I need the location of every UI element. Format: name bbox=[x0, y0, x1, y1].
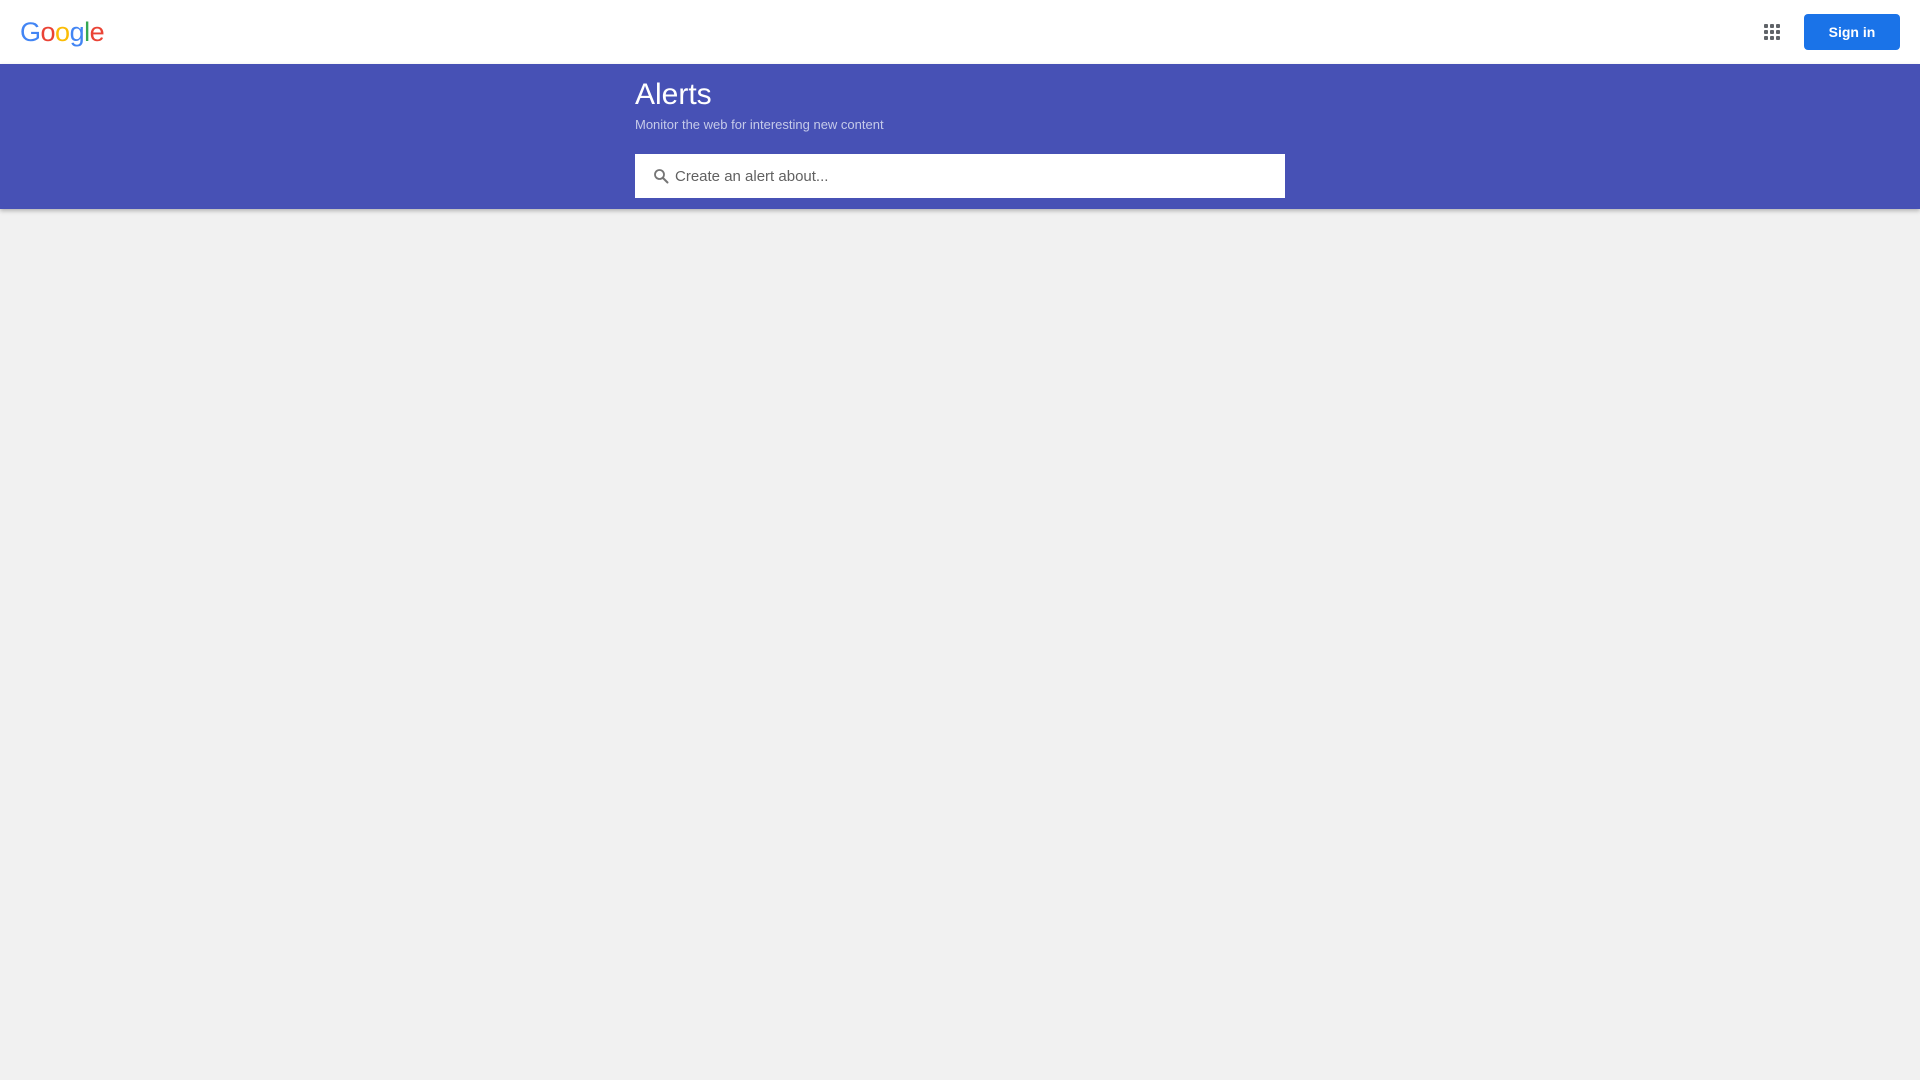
create-alert-input[interactable] bbox=[675, 154, 1271, 198]
main-content-area bbox=[0, 209, 1920, 1080]
sign-in-button[interactable]: Sign in bbox=[1804, 14, 1900, 50]
alerts-banner: Alerts Monitor the web for interesting n… bbox=[0, 64, 1920, 209]
logo-letter: o bbox=[55, 17, 70, 47]
google-logo[interactable]: Google bbox=[20, 16, 105, 48]
apps-grid-icon[interactable] bbox=[1760, 20, 1784, 44]
logo-letter: g bbox=[69, 17, 85, 47]
page-title: Alerts bbox=[635, 78, 712, 111]
top-bar: Google Sign in bbox=[0, 0, 1920, 64]
logo-letter: e bbox=[89, 17, 105, 47]
logo-letter: G bbox=[20, 17, 41, 47]
logo-letter: o bbox=[40, 17, 56, 47]
create-alert-search-box[interactable] bbox=[635, 154, 1285, 198]
search-icon bbox=[653, 168, 669, 184]
page-subtitle: Monitor the web for interesting new cont… bbox=[635, 117, 884, 132]
